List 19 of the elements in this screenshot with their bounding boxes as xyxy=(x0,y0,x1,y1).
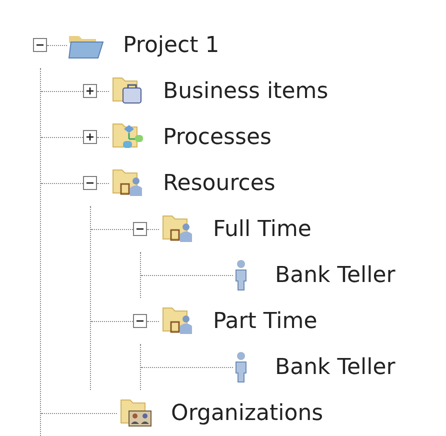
tree-item-label[interactable]: Processes xyxy=(163,124,272,150)
tree-item-label[interactable]: Business items xyxy=(163,78,328,104)
tree-item-label[interactable]: Project 1 xyxy=(123,32,220,58)
expand-button[interactable] xyxy=(83,84,97,98)
plus-icon xyxy=(85,86,95,96)
collapse-button[interactable] xyxy=(33,38,47,52)
collapse-button[interactable] xyxy=(133,314,147,328)
tree-item-label[interactable]: Organizations xyxy=(171,400,324,426)
plus-icon xyxy=(85,132,95,142)
tree-item-label[interactable]: Part Time xyxy=(213,308,318,334)
expand-button[interactable] xyxy=(83,130,97,144)
person-icon xyxy=(233,259,249,291)
person-icon xyxy=(233,351,249,383)
tree-item-label[interactable]: Bank Teller xyxy=(275,262,396,288)
tree-item-label[interactable]: Resources xyxy=(163,170,276,196)
collapse-button[interactable] xyxy=(133,222,147,236)
collapse-button[interactable] xyxy=(83,176,97,190)
tree-item-label[interactable]: Bank Teller xyxy=(275,354,396,380)
tree-item-label[interactable]: Full Time xyxy=(213,216,312,242)
